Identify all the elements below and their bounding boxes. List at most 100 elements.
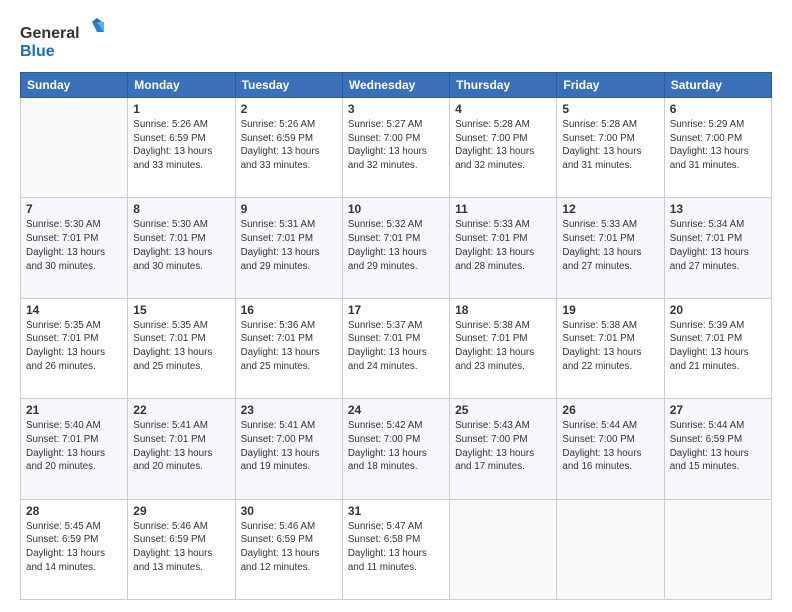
day-number: 11: [455, 202, 551, 216]
day-number: 5: [562, 102, 658, 116]
calendar-cell: [664, 499, 771, 599]
calendar-cell: 16 Sunrise: 5:36 AM Sunset: 7:01 PM Dayli…: [235, 298, 342, 398]
calendar-table: SundayMondayTuesdayWednesdayThursdayFrid…: [20, 72, 772, 600]
day-info: Sunrise: 5:47 AM Sunset: 6:58 PM Dayligh…: [348, 520, 444, 575]
day-number: 8: [133, 202, 229, 216]
day-number: 30: [241, 504, 337, 518]
calendar-week-row: 28 Sunrise: 5:45 AM Sunset: 6:59 PM Dayli…: [21, 499, 772, 599]
day-info: Sunrise: 5:42 AM Sunset: 7:00 PM Dayligh…: [348, 419, 444, 474]
day-number: 16: [241, 303, 337, 317]
calendar-cell: 27Sunrise: 5:44 AM Sunset: 6:59 PM Dayli…: [664, 399, 771, 499]
calendar-cell: 30 Sunrise: 5:46 AM Sunset: 6:59 PM Dayli…: [235, 499, 342, 599]
day-number: 7: [26, 202, 122, 216]
day-info: Sunrise: 5:28 AM Sunset: 7:00 PM Dayligh…: [455, 118, 551, 173]
day-number: 21: [26, 403, 122, 417]
weekday-header-row: SundayMondayTuesdayWednesdayThursdayFrid…: [21, 73, 772, 98]
weekday-header: Friday: [557, 73, 664, 98]
calendar-cell: 29 Sunrise: 5:46 AM Sunset: 6:59 PM Dayli…: [128, 499, 235, 599]
day-number: 25: [455, 403, 551, 417]
calendar-cell: [557, 499, 664, 599]
calendar-cell: 9Sunrise: 5:31 AM Sunset: 7:01 PM Daylig…: [235, 198, 342, 298]
calendar-cell: 8 Sunrise: 5:30 AM Sunset: 7:01 PM Daylig…: [128, 198, 235, 298]
day-number: 12: [562, 202, 658, 216]
day-number: 10: [348, 202, 444, 216]
calendar-cell: 19 Sunrise: 5:38 AM Sunset: 7:01 PM Dayli…: [557, 298, 664, 398]
day-info: Sunrise: 5:41 AM Sunset: 7:00 PM Dayligh…: [241, 419, 337, 474]
day-info: Sunrise: 5:39 AM Sunset: 7:01 PM Dayligh…: [670, 319, 766, 374]
day-info: Sunrise: 5:40 AM Sunset: 7:01 PM Dayligh…: [26, 419, 122, 474]
day-info: Sunrise: 5:36 AM Sunset: 7:01 PM Dayligh…: [241, 319, 337, 374]
weekday-header: Saturday: [664, 73, 771, 98]
day-number: 1: [133, 102, 229, 116]
calendar-week-row: 7 Sunrise: 5:30 AM Sunset: 7:01 PM Daylig…: [21, 198, 772, 298]
calendar-cell: [21, 98, 128, 198]
day-number: 17: [348, 303, 444, 317]
calendar-cell: 31Sunrise: 5:47 AM Sunset: 6:58 PM Dayli…: [342, 499, 449, 599]
weekday-header: Thursday: [450, 73, 557, 98]
day-info: Sunrise: 5:37 AM Sunset: 7:01 PM Dayligh…: [348, 319, 444, 374]
day-info: Sunrise: 5:30 AM Sunset: 7:01 PM Dayligh…: [133, 218, 229, 273]
day-number: 18: [455, 303, 551, 317]
weekday-header: Sunday: [21, 73, 128, 98]
calendar-cell: 14 Sunrise: 5:35 AM Sunset: 7:01 PM Dayli…: [21, 298, 128, 398]
calendar-cell: 24Sunrise: 5:42 AM Sunset: 7:00 PM Dayli…: [342, 399, 449, 499]
calendar-cell: 23 Sunrise: 5:41 AM Sunset: 7:00 PM Dayli…: [235, 399, 342, 499]
calendar-cell: 17 Sunrise: 5:37 AM Sunset: 7:01 PM Dayli…: [342, 298, 449, 398]
calendar-cell: 5 Sunrise: 5:28 AM Sunset: 7:00 PM Daylig…: [557, 98, 664, 198]
day-number: 26: [562, 403, 658, 417]
day-info: Sunrise: 5:41 AM Sunset: 7:01 PM Dayligh…: [133, 419, 229, 474]
day-info: Sunrise: 5:38 AM Sunset: 7:01 PM Dayligh…: [562, 319, 658, 374]
day-info: Sunrise: 5:34 AM Sunset: 7:01 PM Dayligh…: [670, 218, 766, 273]
calendar-cell: 28 Sunrise: 5:45 AM Sunset: 6:59 PM Dayli…: [21, 499, 128, 599]
day-number: 15: [133, 303, 229, 317]
day-number: 22: [133, 403, 229, 417]
day-info: Sunrise: 5:38 AM Sunset: 7:01 PM Dayligh…: [455, 319, 551, 374]
calendar-cell: 11 Sunrise: 5:33 AM Sunset: 7:01 PM Dayli…: [450, 198, 557, 298]
calendar-cell: 4 Sunrise: 5:28 AM Sunset: 7:00 PM Daylig…: [450, 98, 557, 198]
calendar-cell: 3 Sunrise: 5:27 AM Sunset: 7:00 PM Daylig…: [342, 98, 449, 198]
day-info: Sunrise: 5:32 AM Sunset: 7:01 PM Dayligh…: [348, 218, 444, 273]
day-number: 23: [241, 403, 337, 417]
calendar-cell: 13 Sunrise: 5:34 AM Sunset: 7:01 PM Dayli…: [664, 198, 771, 298]
calendar-cell: 7 Sunrise: 5:30 AM Sunset: 7:01 PM Daylig…: [21, 198, 128, 298]
day-info: Sunrise: 5:45 AM Sunset: 6:59 PM Dayligh…: [26, 520, 122, 575]
day-number: 6: [670, 102, 766, 116]
day-number: 13: [670, 202, 766, 216]
calendar-cell: [450, 499, 557, 599]
weekday-header: Wednesday: [342, 73, 449, 98]
day-info: Sunrise: 5:26 AM Sunset: 6:59 PM Dayligh…: [133, 118, 229, 173]
calendar-cell: 15 Sunrise: 5:35 AM Sunset: 7:01 PM Dayli…: [128, 298, 235, 398]
day-info: Sunrise: 5:28 AM Sunset: 7:00 PM Dayligh…: [562, 118, 658, 173]
calendar-week-row: 1 Sunrise: 5:26 AM Sunset: 6:59 PM Daylig…: [21, 98, 772, 198]
day-info: Sunrise: 5:33 AM Sunset: 7:01 PM Dayligh…: [455, 218, 551, 273]
calendar-cell: 6Sunrise: 5:29 AM Sunset: 7:00 PM Daylig…: [664, 98, 771, 198]
calendar-cell: 25 Sunrise: 5:43 AM Sunset: 7:00 PM Dayli…: [450, 399, 557, 499]
calendar-cell: 10 Sunrise: 5:32 AM Sunset: 7:01 PM Dayli…: [342, 198, 449, 298]
day-info: Sunrise: 5:30 AM Sunset: 7:01 PM Dayligh…: [26, 218, 122, 273]
day-info: Sunrise: 5:33 AM Sunset: 7:01 PM Dayligh…: [562, 218, 658, 273]
logo-svg: GeneralBlue: [20, 18, 110, 62]
calendar-cell: 2Sunrise: 5:26 AM Sunset: 6:59 PM Daylig…: [235, 98, 342, 198]
calendar-cell: 18 Sunrise: 5:38 AM Sunset: 7:01 PM Dayli…: [450, 298, 557, 398]
calendar-cell: 1 Sunrise: 5:26 AM Sunset: 6:59 PM Daylig…: [128, 98, 235, 198]
calendar-week-row: 21 Sunrise: 5:40 AM Sunset: 7:01 PM Dayli…: [21, 399, 772, 499]
day-info: Sunrise: 5:46 AM Sunset: 6:59 PM Dayligh…: [133, 520, 229, 575]
day-info: Sunrise: 5:35 AM Sunset: 7:01 PM Dayligh…: [26, 319, 122, 374]
logo: GeneralBlue: [20, 18, 110, 62]
calendar-cell: 22 Sunrise: 5:41 AM Sunset: 7:01 PM Dayli…: [128, 399, 235, 499]
day-number: 3: [348, 102, 444, 116]
day-info: Sunrise: 5:46 AM Sunset: 6:59 PM Dayligh…: [241, 520, 337, 575]
calendar-cell: 26Sunrise: 5:44 AM Sunset: 7:00 PM Dayli…: [557, 399, 664, 499]
day-info: Sunrise: 5:44 AM Sunset: 6:59 PM Dayligh…: [670, 419, 766, 474]
day-number: 19: [562, 303, 658, 317]
weekday-header: Tuesday: [235, 73, 342, 98]
day-number: 14: [26, 303, 122, 317]
day-info: Sunrise: 5:27 AM Sunset: 7:00 PM Dayligh…: [348, 118, 444, 173]
day-number: 29: [133, 504, 229, 518]
day-number: 28: [26, 504, 122, 518]
day-number: 4: [455, 102, 551, 116]
page-header: GeneralBlue: [20, 18, 772, 62]
day-info: Sunrise: 5:35 AM Sunset: 7:01 PM Dayligh…: [133, 319, 229, 374]
day-info: Sunrise: 5:43 AM Sunset: 7:00 PM Dayligh…: [455, 419, 551, 474]
day-number: 9: [241, 202, 337, 216]
